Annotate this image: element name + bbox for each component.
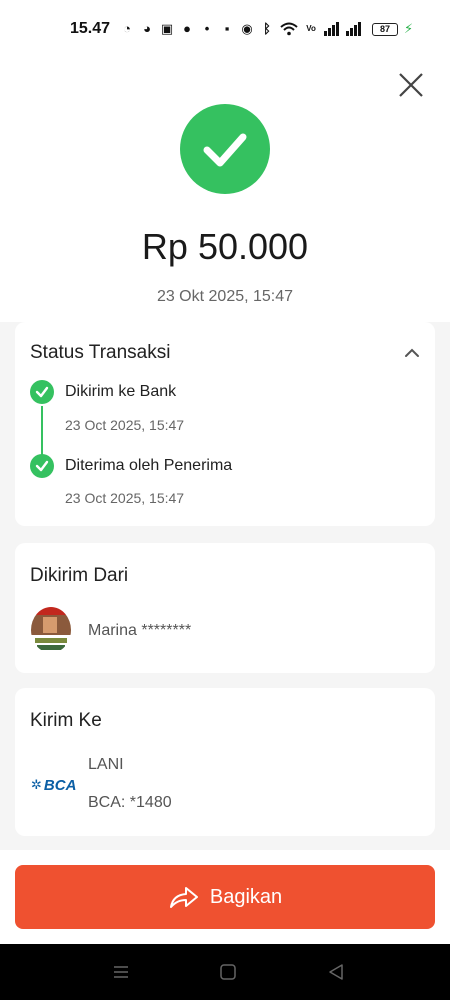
- sender-card-title: Dikirim Dari: [30, 565, 129, 586]
- recent-apps-icon[interactable]: [112, 963, 130, 981]
- recipient-card-title: Kirim Ke: [30, 710, 102, 731]
- signal-icon: [324, 22, 340, 36]
- success-check-icon: [180, 104, 270, 194]
- sender-card: Dikirim Dari Marina ********: [15, 543, 435, 673]
- alarm-icon: ◉: [241, 21, 253, 36]
- share-icon: [169, 887, 198, 908]
- bca-mark-icon: ✲: [31, 777, 42, 792]
- share-button[interactable]: Bagikan: [15, 865, 435, 929]
- bluetooth-icon: ᛒ: [263, 21, 271, 36]
- status-icons: ◔ ◕ ▣ ● • ▪ ◉ ᛒ Vo 87 ⚡: [120, 21, 413, 37]
- volte-icon: Vo: [306, 24, 316, 33]
- signal-icon: [346, 22, 362, 36]
- status-time: 15.47: [70, 20, 111, 37]
- home-icon[interactable]: [219, 963, 237, 981]
- bank-logo-text: BCA: [43, 776, 77, 794]
- back-icon[interactable]: [327, 963, 345, 981]
- share-button-label: Bagikan: [209, 885, 283, 908]
- success-header: Rp 50.000 23 Okt 2025, 15:47: [0, 58, 450, 322]
- step-time: 23 Oct 2025, 15:47: [65, 417, 185, 433]
- charging-icon: ⚡: [404, 21, 414, 36]
- whatsapp-icon: ◔: [123, 21, 131, 36]
- recipient-card: Kirim Ke ✲ BCA LANI BCA: *1480: [15, 688, 435, 836]
- step-label: Dikirim ke Bank: [65, 383, 177, 400]
- recipient-name: LANI: [88, 756, 124, 773]
- chat-icon: ▣: [160, 21, 174, 36]
- whatsapp-business-icon: ◕: [143, 21, 151, 36]
- transaction-date: 23 Okt 2025, 15:47: [156, 288, 294, 305]
- step-check-icon: [30, 380, 54, 404]
- timeline-connector: [41, 406, 43, 460]
- chevron-up-icon[interactable]: [403, 344, 421, 362]
- dot-icon: •: [204, 21, 210, 36]
- transaction-amount: Rp 50.000: [141, 226, 309, 267]
- sender-avatar: [31, 607, 71, 653]
- sender-name: Marina ********: [88, 622, 192, 639]
- wifi-icon: [280, 22, 298, 36]
- step-check-icon: [30, 454, 54, 478]
- bottom-action-area: Bagikan: [0, 850, 450, 944]
- recipient-account: BCA: *1480: [88, 794, 172, 811]
- status-card-title: Status Transaksi: [30, 342, 171, 363]
- facebook-icon: ●: [183, 21, 191, 36]
- system-nav-bar: [0, 944, 450, 1000]
- close-icon[interactable]: [398, 72, 424, 98]
- battery-indicator: 87: [372, 22, 399, 36]
- step-time: 23 Oct 2025, 15:47: [65, 490, 185, 506]
- transaction-status-card: Status Transaksi Dikirim ke Bank 23 Oct …: [15, 322, 435, 526]
- nfc-icon: ▪: [224, 21, 230, 36]
- status-bar: 15.47 ◔ ◕ ▣ ● • ▪ ◉ ᛒ Vo 87 ⚡: [0, 0, 450, 58]
- bca-logo: ✲ BCA: [31, 776, 76, 794]
- step-label: Diterima oleh Penerima: [65, 457, 233, 474]
